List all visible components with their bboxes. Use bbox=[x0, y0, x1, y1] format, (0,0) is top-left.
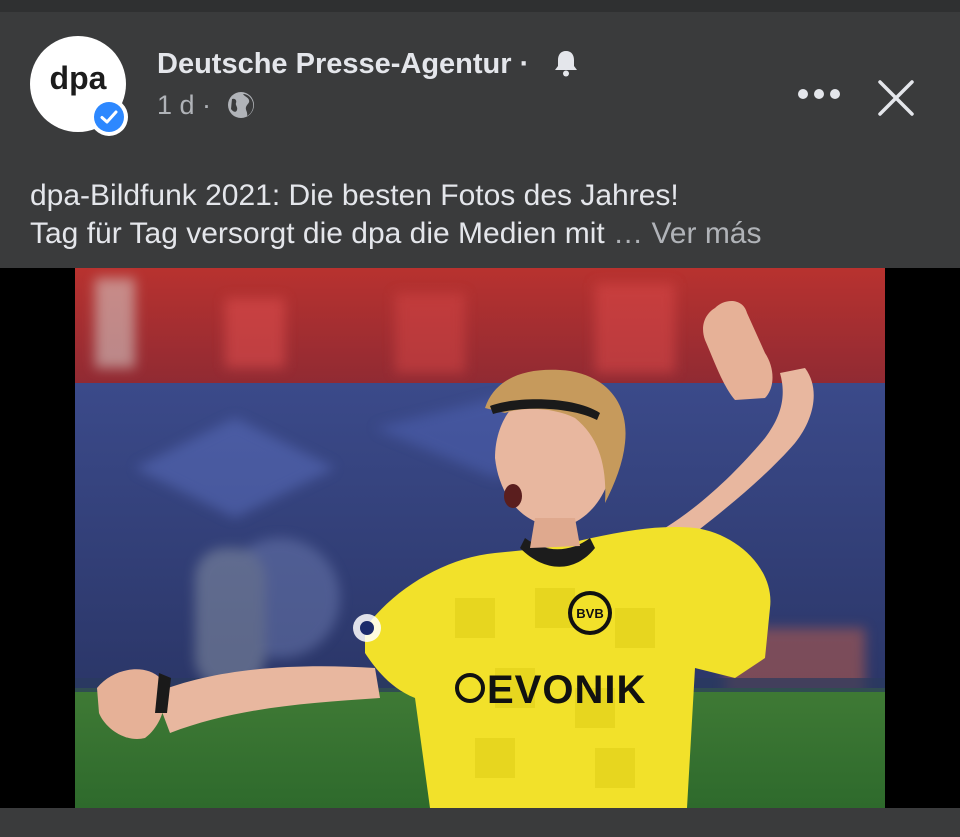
verified-badge-icon bbox=[90, 98, 128, 136]
ellipsis: … bbox=[613, 217, 644, 250]
post-media[interactable]: BVB EVONIK bbox=[0, 268, 960, 808]
post-meta: 1 d · bbox=[157, 90, 211, 121]
avatar-logo-text: dpa bbox=[49, 60, 107, 96]
name-separator: · bbox=[519, 48, 530, 80]
bottom-strip bbox=[0, 808, 960, 837]
time-ago[interactable]: 1 d · bbox=[157, 90, 211, 120]
post-text-line-2-body: Tag für Tag versorgt die dpa die Medien … bbox=[30, 217, 605, 250]
globe-icon bbox=[228, 92, 254, 118]
post-text: dpa-Bildfunk 2021: Die besten Fotos des … bbox=[30, 177, 930, 253]
jersey-sponsor: EVONIK bbox=[487, 668, 646, 712]
see-more-link[interactable]: Ver más bbox=[651, 217, 761, 250]
post-header: dpa Deutsche Presse-Agentur · 1 d · dpa-… bbox=[0, 12, 960, 268]
photo-illustration: BVB EVONIK bbox=[75, 268, 885, 808]
post-photo[interactable]: BVB EVONIK bbox=[75, 268, 885, 808]
page-name[interactable]: Deutsche Presse-Agentur · bbox=[157, 48, 529, 81]
page-name-label: Deutsche Presse-Agentur bbox=[157, 48, 512, 80]
badge-text: BVB bbox=[576, 606, 603, 621]
post-text-line-1: dpa-Bildfunk 2021: Die besten Fotos des … bbox=[30, 179, 679, 212]
bell-icon[interactable] bbox=[552, 48, 580, 78]
close-button[interactable] bbox=[876, 78, 916, 118]
more-options-button[interactable] bbox=[795, 74, 845, 114]
post-text-line-2: Tag für Tag versorgt die dpa die Medien … bbox=[30, 215, 930, 253]
status-strip bbox=[0, 0, 960, 12]
